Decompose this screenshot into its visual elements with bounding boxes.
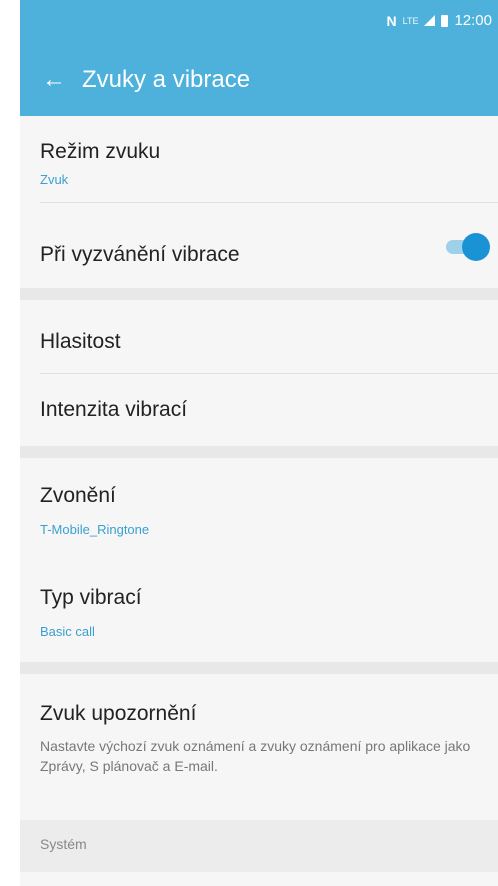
vibrate-when-ringing-item[interactable]: Při vyzvánění vibrace — [20, 203, 498, 287]
ringtone-item[interactable]: Zvonění T-Mobile_Ringtone — [20, 458, 498, 564]
section-gap — [20, 446, 498, 458]
section-gap — [20, 288, 498, 300]
clock: 12:00 — [454, 12, 492, 29]
section-gap — [20, 662, 498, 674]
nfc-icon: N — [386, 12, 397, 29]
status-bar: N LTE 12:00 — [20, 0, 498, 44]
section-header-label: Systém — [40, 836, 87, 852]
app-bar: ← Zvuky a vibrace — [20, 44, 498, 116]
notification-sound-label: Zvuk upozornění — [40, 702, 197, 725]
signal-icon — [424, 15, 436, 26]
battery-icon — [441, 14, 449, 27]
vibrate-when-ringing-toggle[interactable] — [446, 233, 490, 261]
vibration-intensity-item[interactable]: Intenzita vibrací — [20, 374, 498, 446]
section-header-system: Systém — [20, 820, 498, 872]
ringtone-value: T-Mobile_Ringtone — [40, 522, 150, 537]
notification-sound-item[interactable]: Zvuk upozornění Nastavte výchozí zvuk oz… — [20, 674, 498, 820]
sound-mode-item[interactable]: Režim zvuku Zvuk — [20, 116, 498, 202]
vibration-intensity-label: Intenzita vibrací — [40, 398, 188, 421]
notification-sound-description: Nastavte výchozí zvuk oznámení a zvuky o… — [40, 738, 471, 774]
toggle-thumb — [462, 233, 490, 261]
phone-screen: N LTE 12:00 ← Zvuky a vibrace Režim zvuk… — [20, 0, 498, 886]
sound-mode-value: Zvuk — [40, 172, 69, 187]
vibration-type-label: Typ vibrací — [40, 586, 142, 609]
vibration-type-item[interactable]: Typ vibrací Basic call — [20, 564, 498, 662]
lte-icon: LTE — [402, 15, 419, 26]
volume-item[interactable]: Hlasitost — [20, 300, 498, 373]
vibration-type-value: Basic call — [40, 624, 95, 639]
back-arrow-icon[interactable]: ← — [42, 66, 68, 94]
page-title: Zvuky a vibrace — [82, 66, 251, 93]
ringtone-label: Zvonění — [40, 484, 116, 507]
volume-label: Hlasitost — [40, 330, 121, 353]
sound-mode-label: Režim zvuku — [40, 140, 161, 163]
vibrate-when-ringing-label: Při vyzvánění vibrace — [40, 243, 240, 266]
status-icons: N LTE 12:00 — [386, 12, 492, 29]
